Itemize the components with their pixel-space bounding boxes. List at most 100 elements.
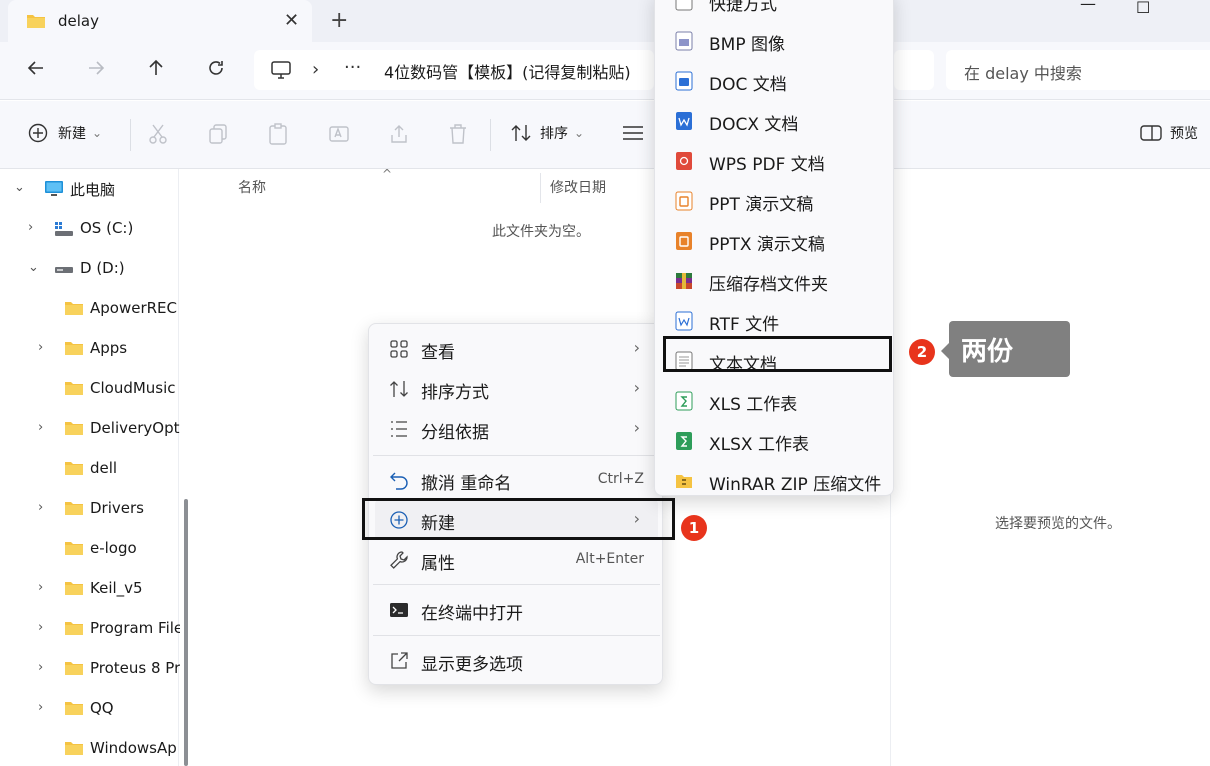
minimize-icon[interactable]: —: [1080, 0, 1096, 13]
maximize-icon[interactable]: ☐: [1136, 0, 1150, 17]
folder-icon: [64, 460, 84, 480]
sort-button-label: 排序: [540, 126, 568, 142]
sidebar-item[interactable]: › Program File: [0, 609, 180, 649]
address-bar[interactable]: › ··· 4位数码管【模板】(记得复制粘贴): [254, 50, 654, 90]
breadcrumb-path[interactable]: 4位数码管【模板】(记得复制粘贴): [384, 59, 631, 83]
chevron-down-icon[interactable]: ⌄: [28, 260, 39, 275]
rtf-file-icon: [675, 311, 693, 331]
sidebar-item-label: DeliveryOpt: [90, 419, 180, 437]
menu-item-view[interactable]: 查看 ›: [375, 329, 658, 369]
chevron-right-icon[interactable]: ›: [38, 700, 43, 715]
chevron-right-icon[interactable]: ›: [38, 500, 43, 515]
refresh-icon[interactable]: [206, 58, 226, 83]
sort-button[interactable]: 排序 ⌄: [510, 123, 584, 143]
menu-item-show-more[interactable]: 显示更多选项: [375, 641, 658, 681]
submenu-item[interactable]: WPS PDF 文档: [663, 141, 887, 181]
submenu-item-label: WinRAR ZIP 压缩文件: [709, 475, 882, 495]
submenu-item[interactable]: DOCX 文档: [663, 101, 887, 141]
sidebar-item[interactable]: › Proteus 8 Pr: [0, 649, 180, 689]
submenu-item[interactable]: PPT 演示文稿: [663, 181, 887, 221]
sidebar-item-label: Proteus 8 Pr: [90, 659, 180, 677]
share-icon[interactable]: [388, 123, 410, 149]
folder-icon: [64, 620, 84, 640]
submenu-item[interactable]: WinRAR ZIP 压缩文件: [663, 461, 887, 495]
column-modified[interactable]: 修改日期: [550, 177, 606, 197]
menu-shortcut: Ctrl+Z: [597, 471, 644, 487]
column-name[interactable]: 名称: [238, 177, 266, 197]
chevron-right-icon[interactable]: ›: [38, 620, 43, 635]
cut-icon[interactable]: [148, 123, 168, 149]
tab-title: delay: [58, 12, 99, 30]
view-icon[interactable]: [622, 125, 644, 145]
step-badge-1: 1: [681, 515, 707, 541]
menu-separator: [373, 635, 660, 636]
delete-icon[interactable]: [448, 123, 468, 149]
preview-message: 选择要预览的文件。: [995, 516, 1121, 532]
search-placeholder: 在 delay 中搜索: [964, 64, 1082, 83]
rename-icon[interactable]: [328, 123, 350, 149]
tab-delay[interactable]: delay ✕: [8, 0, 312, 42]
submenu-item[interactable]: RTF 文件: [663, 301, 887, 341]
submenu-item[interactable]: XLS 工作表: [663, 381, 887, 421]
menu-item-undo-rename[interactable]: 撤消 重命名 Ctrl+Z: [375, 460, 658, 500]
menu-item-properties[interactable]: 属性 Alt+Enter: [375, 540, 658, 580]
menu-item-open-terminal[interactable]: 在终端中打开: [375, 590, 658, 630]
up-arrow-icon[interactable]: [146, 58, 166, 83]
chevron-right-icon[interactable]: ›: [38, 660, 43, 675]
breadcrumb-overflow[interactable]: ···: [344, 57, 361, 78]
drive-icon: [54, 260, 74, 282]
sidebar-item[interactable]: ⌄ D (D:): [0, 249, 180, 289]
sidebar-scrollbar[interactable]: [184, 499, 188, 766]
submenu-item[interactable]: DOC 文档: [663, 61, 887, 101]
sidebar-item[interactable]: CloudMusic: [0, 369, 180, 409]
archive-folder-icon: [675, 271, 693, 291]
chevron-right-icon[interactable]: ›: [38, 340, 43, 355]
sidebar-item[interactable]: ApowerREC: [0, 289, 180, 329]
back-arrow-icon[interactable]: [26, 58, 46, 83]
sidebar-item[interactable]: › Keil_v5: [0, 569, 180, 609]
submenu-item-label: XLSX 工作表: [709, 435, 809, 455]
submenu-item[interactable]: BMP 图像: [663, 21, 887, 61]
folder-icon: [64, 740, 84, 760]
xlsx-file-icon: [675, 431, 693, 451]
sidebar-item[interactable]: dell: [0, 449, 180, 489]
sidebar-item-label: dell: [90, 459, 118, 477]
menu-item-group-by[interactable]: 分组依据 ›: [375, 409, 658, 449]
sidebar-item-label: OS (C:): [80, 219, 134, 237]
chevron-right-icon[interactable]: ›: [28, 220, 33, 235]
sidebar-item[interactable]: › DeliveryOpt: [0, 409, 180, 449]
sidebar-item[interactable]: WindowsAp: [0, 729, 180, 766]
close-tab-icon[interactable]: ✕: [284, 10, 299, 31]
submenu-item[interactable]: XLSX 工作表: [663, 421, 887, 461]
address-dropdown[interactable]: [894, 50, 934, 90]
add-circle-icon: [28, 123, 48, 143]
menu-item-sort[interactable]: 排序方式 ›: [375, 369, 658, 409]
search-input[interactable]: 在 delay 中搜索: [946, 50, 1210, 90]
new-button[interactable]: 新建 ⌄: [28, 123, 102, 143]
folder-icon: [64, 380, 84, 400]
sort-icon: [511, 125, 531, 141]
sidebar-item[interactable]: ⌄ 此电脑: [0, 169, 180, 209]
sidebar-item[interactable]: e-logo: [0, 529, 180, 569]
sidebar-item-label: Keil_v5: [90, 579, 143, 597]
preview-button[interactable]: 预览: [1140, 123, 1198, 143]
sidebar-item-label: Drivers: [90, 499, 144, 517]
chevron-down-icon[interactable]: ⌄: [14, 180, 25, 195]
menu-item-label: 在终端中打开: [421, 604, 523, 624]
sidebar-item[interactable]: › Apps: [0, 329, 180, 369]
submenu-item-label: DOCX 文档: [709, 115, 799, 135]
submenu-item[interactable]: 快捷方式: [663, 0, 887, 21]
new-tab-button[interactable]: +: [330, 8, 348, 33]
forward-arrow-icon[interactable]: [86, 58, 106, 83]
submenu-item[interactable]: 压缩存档文件夹: [663, 261, 887, 301]
submenu-item[interactable]: PPTX 演示文稿: [663, 221, 887, 261]
sidebar-item[interactable]: › QQ: [0, 689, 180, 729]
sidebar-item[interactable]: › OS (C:): [0, 209, 180, 249]
chevron-right-icon[interactable]: ›: [38, 420, 43, 435]
menu-shortcut: Alt+Enter: [575, 551, 644, 567]
submenu-item-label: 快捷方式: [709, 0, 777, 15]
copy-icon[interactable]: [208, 123, 228, 149]
chevron-right-icon[interactable]: ›: [38, 580, 43, 595]
sidebar-item[interactable]: › Drivers: [0, 489, 180, 529]
paste-icon[interactable]: [268, 123, 288, 149]
